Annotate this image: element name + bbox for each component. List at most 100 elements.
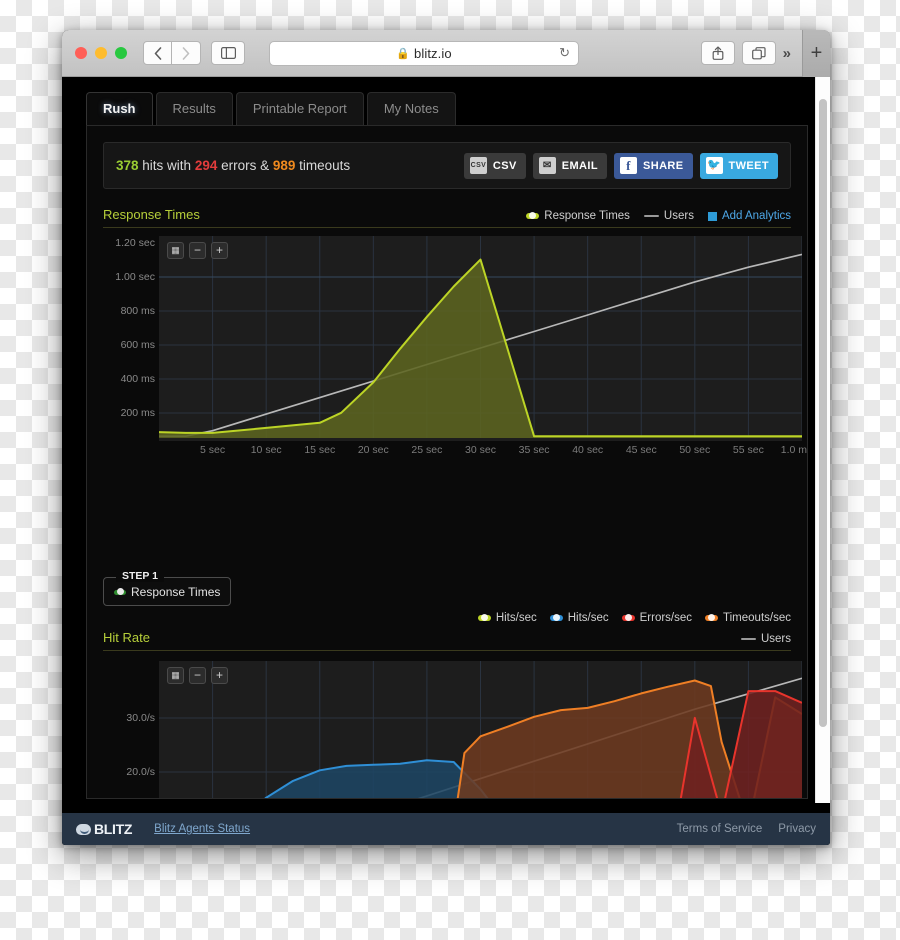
add-analytics-link[interactable]: Add Analytics xyxy=(707,210,791,222)
duplicate-tabs-icon xyxy=(751,46,766,59)
double-chevron-right-icon[interactable]: » xyxy=(783,45,791,62)
zoom-out-button[interactable]: − xyxy=(189,242,206,259)
window-controls xyxy=(75,47,127,59)
minimize-window-button[interactable] xyxy=(95,47,107,59)
brand-name: BLITZ xyxy=(94,821,133,837)
tab-my-notes[interactable]: My Notes xyxy=(366,92,456,125)
x-tick-50sec: 50 sec xyxy=(679,444,711,456)
y-tick-1200: 1.20 sec xyxy=(115,237,155,249)
grid-zoom-reset-button-hitrate[interactable]: ▦ xyxy=(167,667,184,684)
analytics-square-icon xyxy=(707,211,717,221)
facebook-share-button[interactable]: f SHARE xyxy=(613,152,693,179)
x-tick-35sec: 35 sec xyxy=(518,444,550,456)
response-times-legend: Response Times Users Add Analytics xyxy=(526,210,791,222)
hit-rate-zoom-controls: ▦ − + xyxy=(167,667,228,684)
legend-label-hits-green: Hits/sec xyxy=(495,612,537,624)
tab-rush[interactable]: Rush xyxy=(86,92,153,125)
tab-results[interactable]: Results xyxy=(155,92,233,125)
hit-rate-plot xyxy=(159,661,802,798)
close-window-button[interactable] xyxy=(75,47,87,59)
x-tick-55sec: 55 sec xyxy=(732,444,764,456)
terms-of-service-link[interactable]: Terms of Service xyxy=(677,823,763,835)
legend-marker-errors xyxy=(621,614,635,621)
zoom-in-button[interactable]: + xyxy=(211,242,228,259)
step-marker-icon xyxy=(114,588,126,595)
response-times-zoom-controls: ▦ − + xyxy=(167,242,228,259)
url-text: blitz.io xyxy=(414,45,452,61)
legend-marker-hits-green xyxy=(477,614,491,621)
share-upload-icon xyxy=(712,46,724,60)
hits-count: 378 xyxy=(116,158,139,173)
response-times-y-axis: 1.20 sec 1.00 sec 800 ms 600 ms 400 ms 2… xyxy=(103,236,155,436)
x-tick-40sec: 40 sec xyxy=(572,444,604,456)
address-bar[interactable]: 🔒 blitz.io ↻ xyxy=(269,40,579,66)
legend-marker-hits-blue xyxy=(549,614,563,621)
sidebar-icon xyxy=(220,47,236,59)
section-title-hit-rate: Hit Rate xyxy=(103,630,150,645)
legend-marker-users xyxy=(643,215,659,217)
legend-marker-response-times xyxy=(526,212,540,219)
share-label: SHARE xyxy=(642,159,684,172)
section-title-response-times: Response Times xyxy=(103,207,200,222)
reload-icon[interactable]: ↻ xyxy=(559,45,570,61)
chevron-right-icon xyxy=(182,46,190,60)
summary-text: 378 hits with 294 errors & 989 timeouts xyxy=(116,158,350,173)
email-button[interactable]: ✉ EMAIL xyxy=(532,152,607,179)
timeouts-count: 989 xyxy=(272,158,296,173)
tweet-label: TWEET xyxy=(728,159,769,172)
tab-printable-report[interactable]: Printable Report xyxy=(235,92,364,125)
hit-rate-svg xyxy=(159,661,802,798)
legend-label-users-hitrate: Users xyxy=(760,633,791,645)
csv-file-icon: CSV xyxy=(469,157,487,174)
legend-label-users: Users xyxy=(663,210,694,222)
y-tick-800: 800 ms xyxy=(120,305,155,317)
zoom-out-button-hitrate[interactable]: − xyxy=(189,667,206,684)
csv-label: CSV xyxy=(492,159,517,172)
timeouts-word: timeouts xyxy=(295,158,351,173)
rush-panel: 378 hits with 294 errors & 989 timeouts … xyxy=(86,125,808,799)
back-button[interactable] xyxy=(143,41,172,65)
hits-word: hits with xyxy=(138,158,195,173)
site-footer: BLITZ Blitz Agents Status Terms of Servi… xyxy=(62,813,830,845)
blitz-agents-status-link[interactable]: Blitz Agents Status xyxy=(154,823,250,835)
legend-label-errors: Errors/sec xyxy=(639,612,693,624)
lock-icon: 🔒 xyxy=(396,47,411,60)
show-sidebar-button[interactable] xyxy=(211,41,245,65)
app-tabs: Rush Results Printable Report My Notes xyxy=(62,77,830,125)
step-item-response-times[interactable]: Response Times xyxy=(114,585,220,599)
new-tab-button[interactable]: + xyxy=(802,30,830,77)
show-tabs-button[interactable] xyxy=(741,41,776,65)
twitter-tweet-button[interactable]: 🐦 TWEET xyxy=(699,152,778,179)
y-tick-400: 400 ms xyxy=(120,373,155,385)
legend-hits-per-sec-blue: Hits/sec xyxy=(549,612,609,624)
forward-button[interactable] xyxy=(172,41,201,65)
cloud-icon xyxy=(76,823,91,835)
step-caption: STEP 1 xyxy=(116,570,164,582)
maximize-window-button[interactable] xyxy=(115,47,127,59)
errors-word: errors & xyxy=(217,158,273,173)
y-tick-1000: 1.00 sec xyxy=(115,271,155,283)
legend-errors-per-sec: Errors/sec xyxy=(621,612,693,624)
y-tick-600: 600 ms xyxy=(120,339,155,351)
y-tick-30: 30.0/s xyxy=(126,712,155,724)
response-times-chart: 1.20 sec 1.00 sec 800 ms 600 ms 400 ms 2… xyxy=(103,236,807,466)
response-times-header: Response Times Response Times Users Add … xyxy=(103,207,791,228)
scrollbar-thumb[interactable] xyxy=(819,99,827,727)
x-tick-60sec: 1.0 min xyxy=(780,444,808,456)
privacy-link[interactable]: Privacy xyxy=(778,823,816,835)
chevron-left-icon xyxy=(154,46,161,60)
browser-titlebar: 🔒 blitz.io ↻ » + xyxy=(62,30,830,77)
facebook-icon: f xyxy=(619,157,637,174)
vertical-scrollbar[interactable] xyxy=(815,77,830,803)
step-legend-box: STEP 1 Response Times xyxy=(103,570,232,606)
toolbar-right: » xyxy=(700,41,791,65)
hit-rate-y-axis: 30.0/s 20.0/s 10.0/s 0.0/s xyxy=(103,661,155,798)
csv-export-button[interactable]: CSV CSV xyxy=(463,152,526,179)
y-tick-20: 20.0/s xyxy=(126,766,155,778)
x-tick-10sec: 10 sec xyxy=(250,444,282,456)
share-button[interactable] xyxy=(700,41,735,65)
grid-zoom-reset-button[interactable]: ▦ xyxy=(167,242,184,259)
zoom-in-button-hitrate[interactable]: + xyxy=(211,667,228,684)
legend-hits-per-sec-green: Hits/sec xyxy=(477,612,537,624)
navigation-buttons xyxy=(143,41,201,65)
